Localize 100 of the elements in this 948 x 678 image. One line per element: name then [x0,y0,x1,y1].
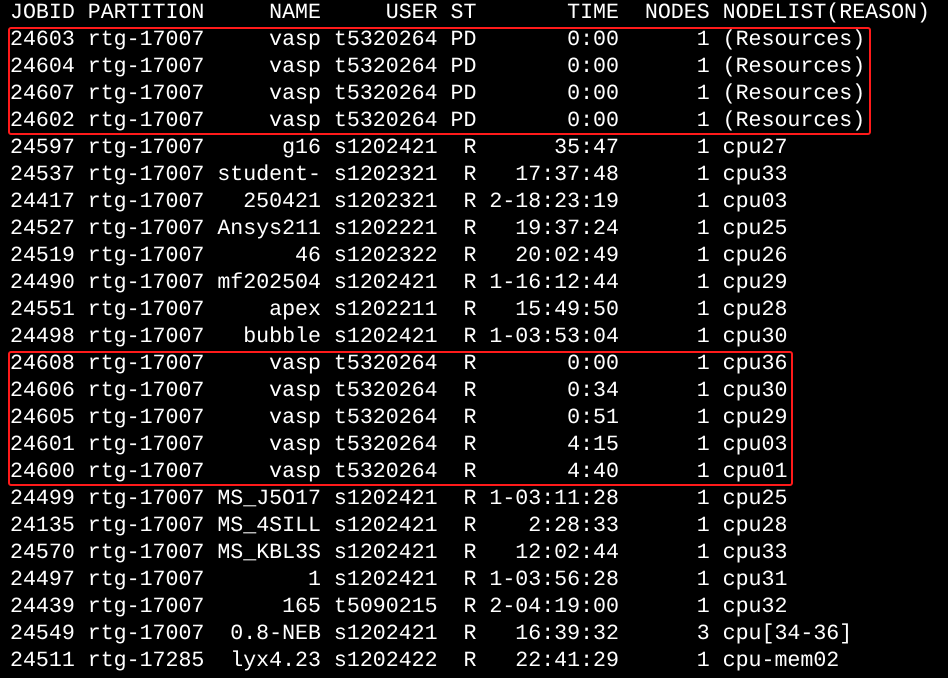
table-cell-text: R [462,621,476,648]
table-cell: s1202421 [334,270,438,297]
table-cell-text: R [462,135,476,162]
table-cell: rtg-17007 [88,405,204,432]
table-cell: PD [450,81,476,108]
table-cell: rtg-17007 [88,378,204,405]
table-cell: s1202321 [334,162,438,189]
table-cell: s1202221 [334,216,438,243]
table-cell-text: g16 [281,135,321,162]
table-cell-text: 1 [696,567,710,594]
table-cell-text: 1 [696,378,710,405]
table-cell-text: 1 [696,324,710,351]
table-cell: 24498 [10,324,75,351]
table-cell: s1202421 [334,135,438,162]
table-cell-text: 46 [294,243,321,270]
table-cell: rtg-17007 [88,621,204,648]
table-cell: cpu28 [722,297,788,324]
column-header: NODES [644,0,710,27]
table-cell-text: R [462,378,476,405]
table-cell: 24606 [10,378,75,405]
table-cell: PD [450,54,476,81]
table-cell: rtg-17007 [88,189,204,216]
table-cell: 24605 [10,405,75,432]
table-cell: MS_4SILL [217,513,321,540]
table-cell: 24597 [10,135,75,162]
table-cell-text: 1 [696,297,710,324]
table-cell: 24497 [10,567,75,594]
table-cell: rtg-17007 [88,513,204,540]
table-cell-text: 1 [696,459,710,486]
table-cell-text: 1 [696,432,710,459]
table-cell-text: vasp [268,27,321,54]
table-cell-text: 2:28:33 [527,513,619,540]
table-cell-text: 0:00 [566,81,619,108]
table-cell: s1202422 [334,648,438,675]
table-cell-text: 19:37:24 [514,216,619,243]
table-cell-text: bubble [242,324,321,351]
table-cell: 24600 [10,459,75,486]
table-cell-text: R [462,405,476,432]
table-cell: Ansys211 [217,216,321,243]
table-cell: PD [450,108,476,135]
table-cell: 1-16:12:44 [489,270,619,297]
table-cell-text: 4:15 [566,432,619,459]
table-cell-text: 22:41:29 [514,648,619,675]
table-cell: MS_J5O17 [217,486,321,513]
table-cell-text: vasp [268,351,321,378]
table-cell-text: R [462,351,476,378]
table-cell-text: 0:00 [566,108,619,135]
table-cell: rtg-17007 [88,297,204,324]
table-cell: 24607 [10,81,75,108]
table-cell-text: 15:49:50 [514,297,619,324]
table-cell: cpu-mem02 [722,648,840,675]
table-cell: 24551 [10,297,75,324]
table-cell-text: 1 [696,162,710,189]
table-cell: cpu33 [722,540,788,567]
table-cell-text: 1 [696,270,710,297]
table-cell-text: 0:34 [566,378,619,405]
table-cell: cpu03 [722,432,788,459]
table-cell-text: 12:02:44 [514,540,619,567]
table-cell: t5320264 [334,81,438,108]
table-cell-text: 1 [696,486,710,513]
column-header: USER [384,0,438,27]
table-cell: s1202421 [334,513,438,540]
table-cell-text: lyx4.23 [229,648,321,675]
table-cell: (Resources) [722,108,866,135]
table-cell-text: 1 [696,648,710,675]
table-cell: rtg-17007 [88,81,204,108]
table-cell: s1202322 [334,243,438,270]
table-cell-text: 1 [696,27,710,54]
table-cell-text: 1 [696,108,710,135]
table-cell: cpu01 [722,459,788,486]
table-cell-text: R [462,243,476,270]
table-cell-text: 1 [696,216,710,243]
table-cell-text: 1 [696,540,710,567]
table-cell: s1202421 [334,486,438,513]
table-cell: s1202321 [334,189,438,216]
table-cell: 24602 [10,108,75,135]
table-cell: rtg-17007 [88,324,204,351]
table-cell: s1202421 [334,567,438,594]
table-cell: s1202421 [334,621,438,648]
table-cell-text: 1 [307,567,321,594]
table-cell: MS_KBL3S [217,540,321,567]
table-cell: rtg-17007 [88,432,204,459]
table-cell-text: 1 [696,189,710,216]
table-cell-text: R [462,162,476,189]
table-cell-text: apex [268,297,321,324]
table-cell: t5320264 [334,108,438,135]
table-cell-text: R [462,540,476,567]
table-cell: rtg-17285 [88,648,204,675]
table-cell: cpu28 [722,513,788,540]
table-cell: 24135 [10,513,75,540]
column-header: ST [450,0,476,27]
table-cell: cpu27 [722,135,788,162]
table-cell: s1202421 [334,324,438,351]
table-cell: cpu03 [722,189,788,216]
table-cell: 24490 [10,270,75,297]
table-cell-text: R [462,648,476,675]
table-cell: rtg-17007 [88,243,204,270]
table-cell: cpu33 [722,162,788,189]
table-cell: (Resources) [722,27,866,54]
table-cell-text: R [462,486,476,513]
